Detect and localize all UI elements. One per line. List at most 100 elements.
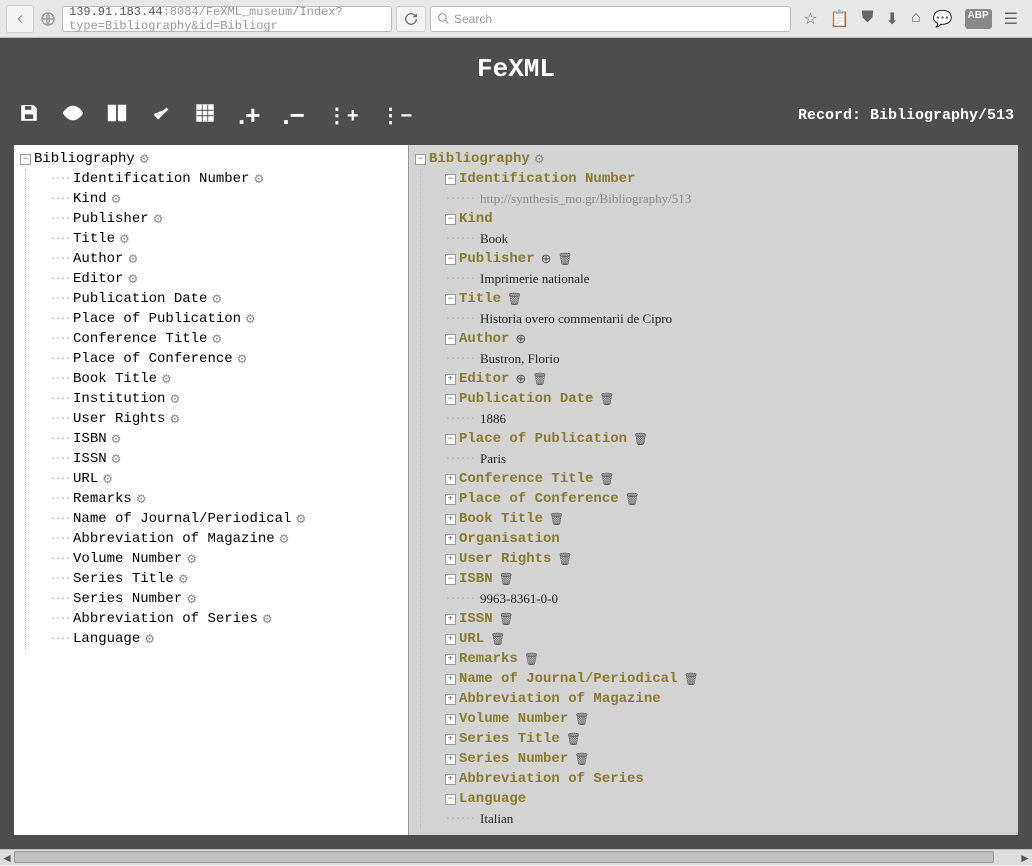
data-item[interactable]: +Editor ⊕🗑 bbox=[421, 369, 1018, 389]
trash-icon[interactable]: 🗑 bbox=[524, 652, 539, 667]
check-icon[interactable] bbox=[150, 102, 172, 130]
gear-icon[interactable]: ⚙ bbox=[127, 272, 138, 287]
trash-icon[interactable]: 🗑 bbox=[625, 492, 640, 507]
expander-icon[interactable]: + bbox=[445, 774, 456, 785]
data-item[interactable]: +Place of Conference 🗑 bbox=[421, 489, 1018, 509]
data-value-row[interactable]: ······Historia overo commentarii de Cipr… bbox=[421, 309, 1018, 329]
schema-item[interactable]: ····Language⚙ bbox=[26, 629, 408, 649]
trash-icon[interactable]: 🗑 bbox=[599, 472, 614, 487]
expander-icon[interactable]: + bbox=[445, 554, 456, 565]
expander-icon[interactable]: − bbox=[445, 294, 456, 305]
plus-circle-icon[interactable]: ⊕ bbox=[515, 332, 526, 347]
gear-icon[interactable]: ⚙ bbox=[136, 492, 147, 507]
expander-icon[interactable]: + bbox=[445, 634, 456, 645]
expander-icon[interactable]: + bbox=[445, 654, 456, 665]
collapse-icon[interactable]: − bbox=[20, 154, 31, 165]
schema-item[interactable]: ····Identification Number⚙ bbox=[26, 169, 408, 189]
schema-item[interactable]: ····Remarks⚙ bbox=[26, 489, 408, 509]
data-item[interactable]: +User Rights 🗑 bbox=[421, 549, 1018, 569]
trash-icon[interactable]: 🗑 bbox=[599, 392, 614, 407]
expander-icon[interactable]: + bbox=[445, 474, 456, 485]
data-item[interactable]: +Abbreviation of Magazine bbox=[421, 689, 1018, 709]
download-icon[interactable]: ⬇ bbox=[886, 9, 899, 29]
data-item[interactable]: −Title 🗑 bbox=[421, 289, 1018, 309]
gear-icon[interactable]: ⚙ bbox=[253, 172, 264, 187]
data-item[interactable]: −Place of Publication 🗑 bbox=[421, 429, 1018, 449]
trash-icon[interactable]: 🗑 bbox=[633, 432, 648, 447]
trash-icon[interactable]: 🗑 bbox=[532, 372, 547, 387]
data-item[interactable]: −Publisher ⊕🗑 bbox=[421, 249, 1018, 269]
expander-icon[interactable]: + bbox=[445, 614, 456, 625]
bookmark-icon[interactable]: ☆ bbox=[803, 9, 817, 29]
url-bar[interactable]: 139.91.183.44:8084/FeXML_museum/Index?ty… bbox=[62, 6, 392, 32]
gear-icon[interactable]: ⚙ bbox=[169, 392, 180, 407]
data-item[interactable]: +Book Title 🗑 bbox=[421, 509, 1018, 529]
expander-icon[interactable]: + bbox=[445, 734, 456, 745]
gear-icon[interactable]: ⚙ bbox=[186, 552, 197, 567]
trash-icon[interactable]: 🗑 bbox=[566, 732, 581, 747]
gear-icon[interactable]: ⚙ bbox=[211, 292, 222, 307]
gear-icon[interactable]: ⚙ bbox=[102, 472, 113, 487]
add-icon[interactable]: .+ bbox=[238, 100, 260, 131]
abp-icon[interactable]: ABP bbox=[965, 9, 992, 29]
expander-icon[interactable]: + bbox=[445, 374, 456, 385]
gear-icon[interactable]: ⚙ bbox=[111, 432, 122, 447]
data-value-row[interactable]: ······Bustron, Florio bbox=[421, 349, 1018, 369]
gear-icon[interactable]: ⚙ bbox=[534, 152, 545, 167]
trash-icon[interactable]: 🗑 bbox=[499, 612, 514, 627]
schema-item[interactable]: ····Series Number⚙ bbox=[26, 589, 408, 609]
trash-icon[interactable]: 🗑 bbox=[683, 672, 698, 687]
remove-icon[interactable]: .− bbox=[282, 100, 304, 131]
schema-item[interactable]: ····Publisher⚙ bbox=[26, 209, 408, 229]
data-item[interactable]: −Kind bbox=[421, 209, 1018, 229]
expander-icon[interactable]: + bbox=[445, 514, 456, 525]
schema-item[interactable]: ····Editor⚙ bbox=[26, 269, 408, 289]
expander-icon[interactable]: − bbox=[445, 214, 456, 225]
home-icon[interactable]: ⌂ bbox=[911, 9, 921, 29]
trash-icon[interactable]: 🗑 bbox=[507, 292, 522, 307]
gear-icon[interactable]: ⚙ bbox=[127, 252, 138, 267]
gear-icon[interactable]: ⚙ bbox=[262, 612, 273, 627]
gear-icon[interactable]: ⚙ bbox=[111, 192, 122, 207]
data-item[interactable]: +Abbreviation of Series bbox=[421, 769, 1018, 789]
list-remove-icon[interactable]: ⋮− bbox=[381, 103, 413, 128]
split-icon[interactable] bbox=[106, 102, 128, 130]
back-button[interactable] bbox=[6, 5, 34, 33]
pocket-icon[interactable]: ⛊ bbox=[862, 9, 874, 29]
expander-icon[interactable]: − bbox=[445, 794, 456, 805]
trash-icon[interactable]: 🗑 bbox=[574, 712, 589, 727]
trash-icon[interactable]: 🗑 bbox=[490, 632, 505, 647]
schema-item[interactable]: ····Abbreviation of Magazine⚙ bbox=[26, 529, 408, 549]
data-item[interactable]: −Publication Date 🗑 bbox=[421, 389, 1018, 409]
expander-icon[interactable]: + bbox=[445, 714, 456, 725]
gear-icon[interactable]: ⚙ bbox=[153, 212, 164, 227]
data-item[interactable]: +Series Title 🗑 bbox=[421, 729, 1018, 749]
data-item[interactable]: −Language bbox=[421, 789, 1018, 809]
data-value-row[interactable]: ······1886 bbox=[421, 409, 1018, 429]
list-add-icon[interactable]: ⋮+ bbox=[327, 103, 359, 128]
gear-icon[interactable]: ⚙ bbox=[178, 572, 189, 587]
trash-icon[interactable]: 🗑 bbox=[499, 572, 514, 587]
schema-item[interactable]: ····Kind⚙ bbox=[26, 189, 408, 209]
data-item[interactable]: +Organisation bbox=[421, 529, 1018, 549]
gear-icon[interactable]: ⚙ bbox=[111, 452, 122, 467]
gear-icon[interactable]: ⚙ bbox=[119, 232, 130, 247]
gear-icon[interactable]: ⚙ bbox=[144, 632, 155, 647]
expander-icon[interactable]: − bbox=[445, 574, 456, 585]
gear-icon[interactable]: ⚙ bbox=[139, 152, 150, 167]
expander-icon[interactable]: − bbox=[445, 434, 456, 445]
gear-icon[interactable]: ⚙ bbox=[295, 512, 306, 527]
expander-icon[interactable]: − bbox=[445, 174, 456, 185]
schema-item[interactable]: ····Conference Title⚙ bbox=[26, 329, 408, 349]
data-value-row[interactable]: ······Book bbox=[421, 229, 1018, 249]
data-value-row[interactable]: ······9963-8361-0-0 bbox=[421, 589, 1018, 609]
menu-icon[interactable]: ☰ bbox=[1004, 9, 1018, 29]
schema-item[interactable]: ····ISSN⚙ bbox=[26, 449, 408, 469]
schema-item[interactable]: ····Name of Journal/Periodical⚙ bbox=[26, 509, 408, 529]
scroll-right-arrow[interactable]: ► bbox=[1018, 850, 1032, 866]
data-root[interactable]: − Bibliography ⚙ bbox=[409, 149, 1018, 169]
plus-circle-icon[interactable]: ⊕ bbox=[515, 372, 526, 387]
data-value-row[interactable]: ······Imprimerie nationale bbox=[421, 269, 1018, 289]
expander-icon[interactable]: − bbox=[445, 254, 456, 265]
scroll-thumb[interactable] bbox=[14, 851, 994, 863]
